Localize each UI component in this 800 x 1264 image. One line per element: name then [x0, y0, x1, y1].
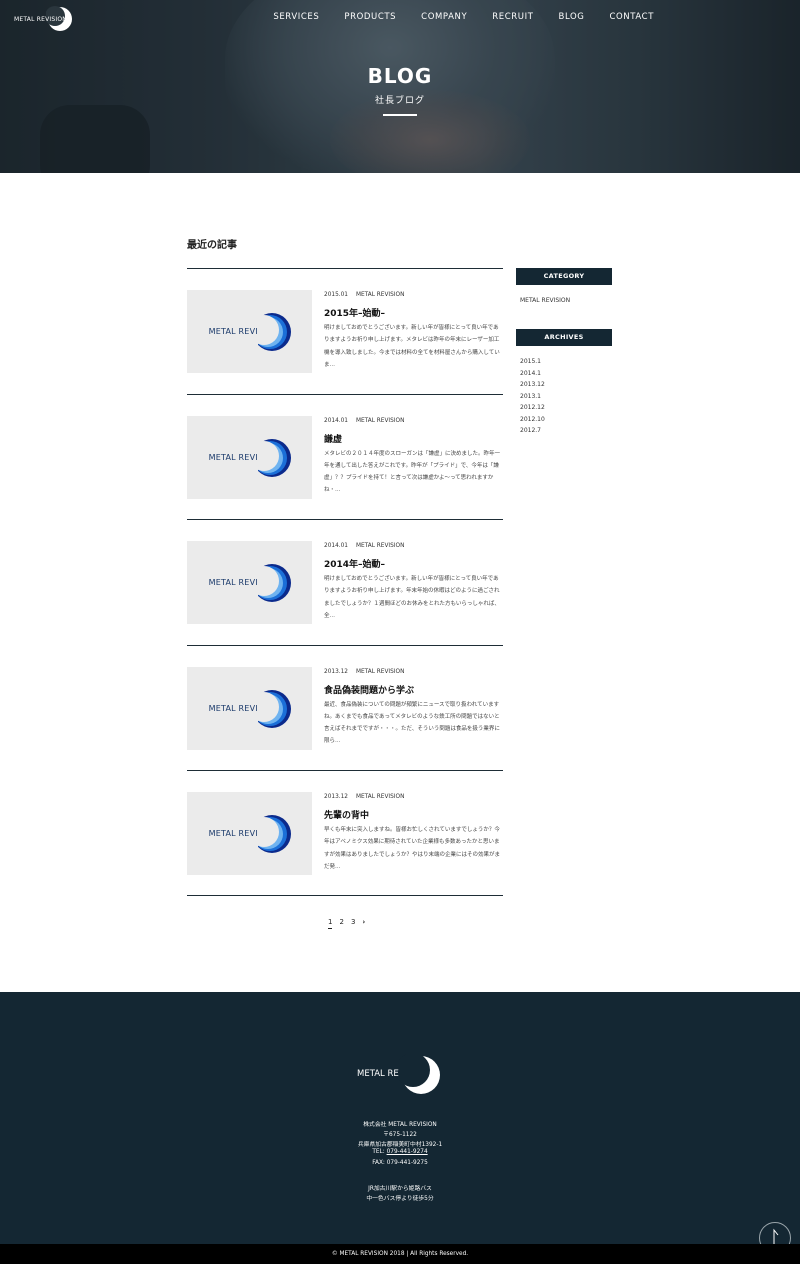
moon-logo-icon — [399, 1054, 440, 1094]
page-title-en: BLOG — [367, 64, 433, 88]
page-1[interactable]: 1 — [328, 918, 333, 929]
nav-products[interactable]: PRODUCTS — [344, 12, 396, 22]
moon-logo-icon — [258, 689, 291, 728]
post-category[interactable]: METAL REVISION — [356, 669, 404, 675]
footer-fax: FAX: 079-441-9275 — [372, 1160, 428, 1166]
post-thumbnail[interactable]: METAL REVISION — [187, 415, 312, 499]
main-nav: SERVICES PRODUCTS COMPANY RECRUIT BLOG C… — [273, 12, 654, 22]
footer-postal: 〒675-1122 — [383, 1132, 417, 1138]
moon-logo-icon — [258, 815, 291, 853]
nav-services[interactable]: SERVICES — [273, 12, 319, 22]
nav-company[interactable]: COMPANY — [421, 12, 467, 22]
post-excerpt: メタレビの２０１４年度のスローガンは「謙虚」に決めました。昨年一年を通して出した… — [324, 450, 501, 494]
post-excerpt: 明けましておめでとうございます。新しい年が皆様にとって良い年でありますようお祈り… — [324, 576, 500, 619]
copyright: © METAL REVISION 2018 | All Rights Reser… — [0, 1244, 800, 1264]
post-item[interactable]: METAL REVISION 2014.01 METAL REVISION 201… — [187, 519, 503, 645]
moon-logo-icon — [258, 438, 291, 477]
post-category[interactable]: METAL REVISION — [356, 418, 404, 424]
archives-heading: ARCHIVES — [516, 329, 612, 346]
post-meta: 2014.01 METAL REVISION — [324, 543, 404, 549]
nav-recruit[interactable]: RECRUIT — [492, 12, 533, 22]
post-meta: 2013.12 METAL REVISION — [324, 794, 404, 800]
post-excerpt: 最近、食品偽装についての問題が頻繁にニュースで取り扱われていますね。あくまでも食… — [324, 701, 500, 745]
archive-link[interactable]: 2015.1 — [520, 358, 541, 365]
post-category[interactable]: METAL REVISION — [356, 543, 404, 549]
post-category[interactable]: METAL REVISION — [356, 292, 404, 298]
pagination: 1 2 3 › — [328, 918, 365, 929]
tel-link[interactable]: 079-441-9274 — [387, 1149, 428, 1155]
post-date: 2013.12 — [324, 794, 348, 800]
hero-banner: METAL REVISION SERVICES PRODUCTS COMPANY… — [0, 0, 800, 173]
post-excerpt: 早くも年末に突入しますね。皆様お忙しくされていますでしょうか？今年はアベノミクス… — [324, 827, 501, 870]
site-footer — [0, 992, 800, 1244]
tel-label: TEL: — [372, 1149, 387, 1155]
post-thumbnail[interactable]: METAL REVISION — [187, 792, 312, 875]
page-2[interactable]: 2 — [339, 918, 343, 929]
post-date: 2013.12 — [324, 668, 348, 675]
nav-blog[interactable]: BLOG — [559, 12, 585, 22]
footer-address: 兵庫県加古郡稲美町中村1392-1 — [357, 1142, 443, 1148]
logo-text: METAL REVISION — [14, 15, 67, 23]
post-excerpt: 明けましておめでとうございます。新しい年が皆様にとって良い年でありますようお祈り… — [324, 325, 500, 368]
footer-company: 株式会社 METAL REVISION — [363, 1122, 437, 1128]
post-title[interactable]: 謙虚 — [324, 432, 342, 445]
post-title[interactable]: 2014年–始動– — [324, 557, 385, 570]
archive-link[interactable]: 2013.12 — [520, 381, 545, 388]
section-title: 最近の記事 — [187, 240, 237, 251]
post-title[interactable]: 食品偽装問題から学ぶ — [324, 683, 414, 696]
footer-logo[interactable]: METAL REVISION — [357, 1054, 443, 1096]
site-logo[interactable]: METAL REVISION — [14, 6, 72, 32]
post-item[interactable]: METAL REVISION 2014.01 METAL REVISION 謙虚 … — [187, 393, 503, 520]
footer-tel: TEL: 079-441-9274 — [0, 1149, 800, 1155]
post-list: METAL REVISION 2015.01 METAL REVISION 201… — [187, 268, 503, 896]
post-meta: 2013.12 METAL REVISION — [324, 669, 404, 675]
archive-link[interactable]: 2012.10 — [520, 416, 545, 423]
title-underline — [383, 114, 417, 116]
page-title: BLOG 社長ブログ — [0, 64, 800, 116]
post-meta: 2015.01 METAL REVISION — [324, 292, 404, 298]
archive-link[interactable]: 2013.1 — [520, 393, 541, 400]
category-link[interactable]: METAL REVISION — [520, 297, 570, 304]
post-thumbnail[interactable]: METAL REVISION — [187, 666, 312, 750]
moon-logo-icon — [258, 313, 291, 351]
post-title[interactable]: 2015年–始動– — [324, 306, 385, 319]
archive-link[interactable]: 2012.12 — [520, 404, 545, 411]
archive-link[interactable]: 2014.1 — [520, 370, 541, 377]
post-item[interactable]: METAL REVISION 2013.12 METAL REVISION 先輩の… — [187, 770, 503, 896]
post-date: 2014.01 — [324, 417, 348, 424]
footer-access-1: JR加古川駅から姫路バス — [368, 1186, 432, 1192]
page-title-jp: 社長ブログ — [374, 96, 425, 106]
moon-logo-icon — [258, 564, 291, 602]
footer-access-2: 中一色バス停より徒歩5分 — [366, 1196, 434, 1202]
category-heading: CATEGORY — [516, 268, 612, 285]
post-date: 2014.01 — [324, 543, 348, 549]
post-date: 2015.01 — [324, 292, 348, 298]
post-meta: 2014.01 METAL REVISION — [324, 418, 404, 424]
post-title[interactable]: 先輩の背中 — [324, 808, 369, 821]
post-thumbnail[interactable]: METAL REVISION — [187, 290, 312, 373]
post-item[interactable]: METAL REVISION 2013.12 METAL REVISION 食品偽… — [187, 644, 503, 771]
post-thumbnail[interactable]: METAL REVISION — [187, 541, 312, 624]
nav-contact[interactable]: CONTACT — [609, 12, 654, 22]
post-category[interactable]: METAL REVISION — [356, 794, 404, 800]
archive-link[interactable]: 2012.7 — [520, 427, 541, 434]
next-page-chevron-icon[interactable]: › — [362, 918, 365, 929]
post-item[interactable]: METAL REVISION 2015.01 METAL REVISION 201… — [187, 268, 503, 394]
page-3[interactable]: 3 — [351, 918, 355, 929]
